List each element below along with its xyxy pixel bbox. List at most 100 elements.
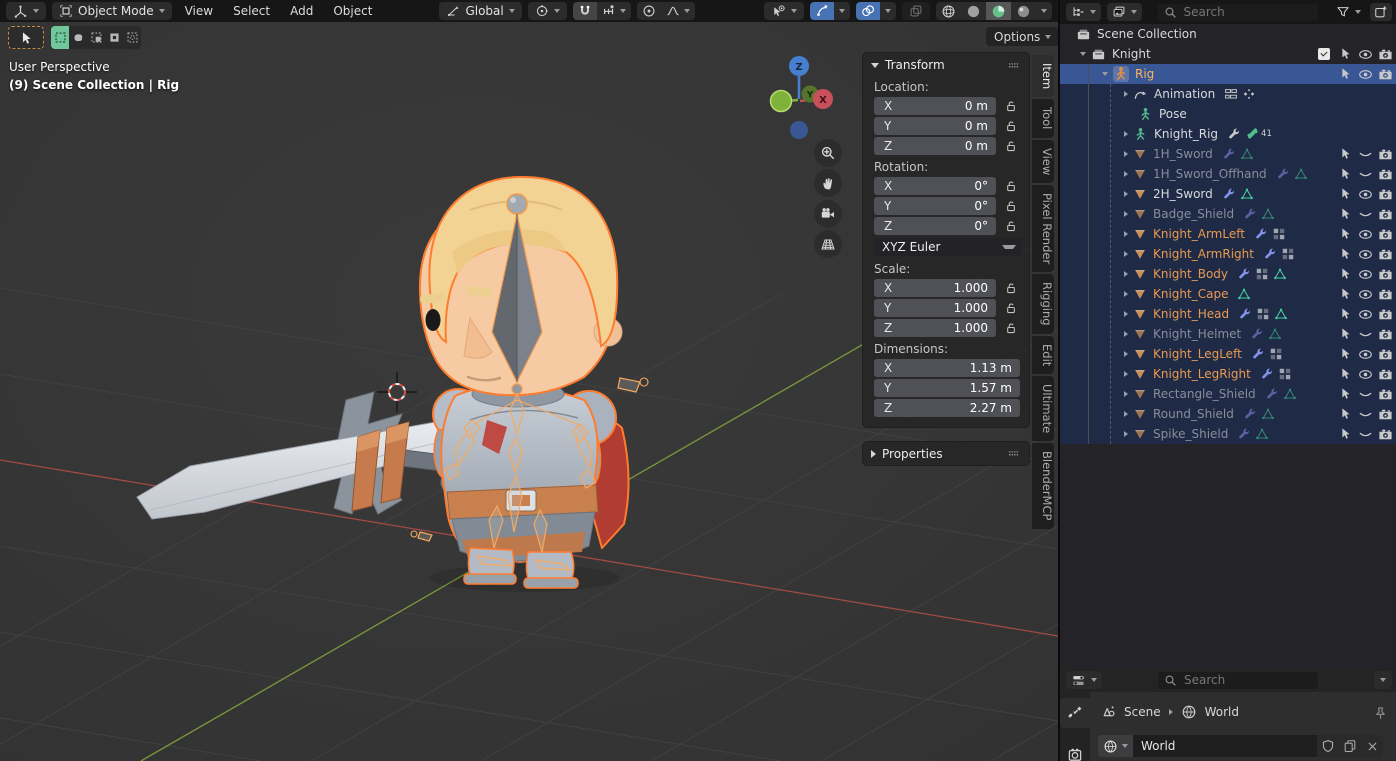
eye-icon[interactable]	[1357, 247, 1373, 262]
tab-pixel-render[interactable]: Pixel Render	[1032, 185, 1054, 272]
render-camera-icon[interactable]	[1377, 207, 1393, 222]
expand-icon[interactable]	[1124, 131, 1128, 137]
tab-tool-properties[interactable]	[1060, 698, 1090, 728]
selectable-icon[interactable]	[1337, 327, 1353, 341]
breadcrumb-scene[interactable]: Scene	[1124, 705, 1161, 719]
menu-select[interactable]: Select	[226, 2, 277, 20]
select-tool-5[interactable]	[123, 26, 141, 49]
tab-edit[interactable]: Edit	[1032, 336, 1054, 374]
properties-search[interactable]	[1158, 672, 1318, 689]
dimension-y-field[interactable]: Y1.57 m	[874, 379, 1020, 397]
menu-object[interactable]: Object	[326, 2, 379, 20]
breadcrumb-world[interactable]: World	[1205, 705, 1239, 719]
snap-mode-dropdown[interactable]	[597, 2, 631, 20]
shading-dropdown[interactable]	[1036, 2, 1052, 20]
render-camera-icon[interactable]	[1377, 227, 1393, 242]
outliner-search-input[interactable]	[1182, 4, 1296, 20]
rotation-x-field[interactable]: X0°	[874, 177, 996, 195]
eye-icon[interactable]	[1357, 367, 1373, 382]
falloff-dropdown[interactable]	[661, 2, 695, 20]
display-mode-button[interactable]	[1107, 3, 1142, 21]
selectable-icon[interactable]	[1337, 247, 1353, 261]
expand-icon[interactable]	[1124, 431, 1128, 437]
location-x-field[interactable]: X0 m	[874, 97, 996, 115]
render-camera-icon[interactable]	[1377, 307, 1393, 322]
expand-icon[interactable]	[1102, 72, 1108, 76]
eye-icon[interactable]	[1357, 227, 1373, 242]
fake-user-button[interactable]	[1317, 735, 1339, 757]
expand-icon[interactable]	[1124, 411, 1128, 417]
expand-icon[interactable]	[1124, 351, 1128, 357]
eye-icon[interactable]	[1357, 307, 1373, 322]
lock-icon[interactable]	[1004, 219, 1018, 233]
collection-checkbox[interactable]	[1318, 48, 1330, 60]
render-camera-icon[interactable]	[1377, 247, 1393, 262]
selectable-icon[interactable]	[1337, 47, 1353, 61]
selectable-icon[interactable]	[1337, 387, 1353, 401]
gizmos-toggle[interactable]	[810, 2, 834, 20]
zoom-button[interactable]	[814, 139, 842, 167]
expand-icon[interactable]	[1124, 371, 1128, 377]
select-tool-2[interactable]	[69, 26, 87, 49]
lock-icon[interactable]	[1004, 179, 1018, 193]
eye-closed-icon[interactable]	[1357, 207, 1373, 222]
grip-icon[interactable]	[1006, 446, 1021, 461]
eye-closed-icon[interactable]	[1357, 387, 1373, 402]
rotation-z-field[interactable]: Z0°	[874, 217, 996, 235]
tab-rigging[interactable]: Rigging	[1032, 274, 1054, 334]
eye-icon[interactable]	[1357, 287, 1373, 302]
selectable-icon[interactable]	[1337, 367, 1353, 381]
navigation-gizmo[interactable]: Z Y X	[760, 50, 844, 144]
pivot-dropdown[interactable]	[528, 2, 567, 20]
expand-icon[interactable]	[1124, 211, 1128, 217]
expand-icon[interactable]	[1124, 251, 1128, 257]
menu-view[interactable]: View	[178, 2, 220, 20]
tab-view[interactable]: View	[1032, 140, 1054, 183]
mode-dropdown[interactable]: Object Mode	[52, 2, 172, 20]
eye-closed-icon[interactable]	[1357, 147, 1373, 162]
transform-panel-header[interactable]: Transform	[863, 53, 1029, 77]
scale-z-field[interactable]: Z1.000	[874, 319, 996, 337]
lock-icon[interactable]	[1004, 281, 1018, 295]
selectable-icon[interactable]	[1337, 227, 1353, 241]
render-camera-icon[interactable]	[1377, 147, 1393, 162]
render-camera-icon[interactable]	[1377, 67, 1393, 82]
properties-options-button[interactable]	[1374, 671, 1392, 689]
render-camera-icon[interactable]	[1377, 367, 1393, 382]
tab-tool[interactable]: Tool	[1032, 99, 1054, 137]
menu-add[interactable]: Add	[283, 2, 320, 20]
lock-icon[interactable]	[1004, 199, 1018, 213]
camera-view-button[interactable]	[814, 200, 842, 228]
lock-icon[interactable]	[1004, 99, 1018, 113]
selectable-icon[interactable]	[1337, 267, 1353, 281]
properties-subpanel-header[interactable]: Properties	[862, 441, 1030, 466]
world-browse-button[interactable]	[1098, 735, 1133, 757]
properties-editor-type-button[interactable]	[1066, 671, 1102, 689]
snap-toggle[interactable]	[573, 2, 597, 20]
eye-icon[interactable]	[1357, 267, 1373, 282]
shading-solid-button[interactable]	[961, 2, 986, 20]
selectable-icon[interactable]	[1337, 427, 1353, 441]
orientation-dropdown[interactable]: Global	[439, 2, 521, 20]
new-copy-button[interactable]	[1339, 735, 1361, 757]
lock-icon[interactable]	[1004, 321, 1018, 335]
expand-icon[interactable]	[1124, 171, 1128, 177]
selectable-icon[interactable]	[1337, 167, 1353, 181]
eye-icon[interactable]	[1357, 67, 1373, 82]
render-camera-icon[interactable]	[1377, 427, 1393, 442]
select-tool-3[interactable]	[87, 26, 105, 49]
selectable-icon[interactable]	[1337, 207, 1353, 221]
pin-icon[interactable]	[1373, 706, 1388, 721]
selectable-icon[interactable]	[1337, 407, 1353, 421]
expand-icon[interactable]	[1124, 331, 1128, 337]
outliner-editor-type-button[interactable]	[1066, 3, 1101, 21]
location-y-field[interactable]: Y0 m	[874, 117, 996, 135]
selectable-icon[interactable]	[1337, 287, 1353, 301]
outliner-row-knight[interactable]: Knight	[1060, 44, 1396, 64]
unlink-button[interactable]	[1361, 735, 1383, 757]
render-camera-icon[interactable]	[1377, 287, 1393, 302]
expand-icon[interactable]	[1124, 231, 1128, 237]
options-button[interactable]: Options	[986, 27, 1058, 46]
xray-toggle[interactable]	[902, 2, 930, 20]
render-camera-icon[interactable]	[1377, 47, 1393, 62]
